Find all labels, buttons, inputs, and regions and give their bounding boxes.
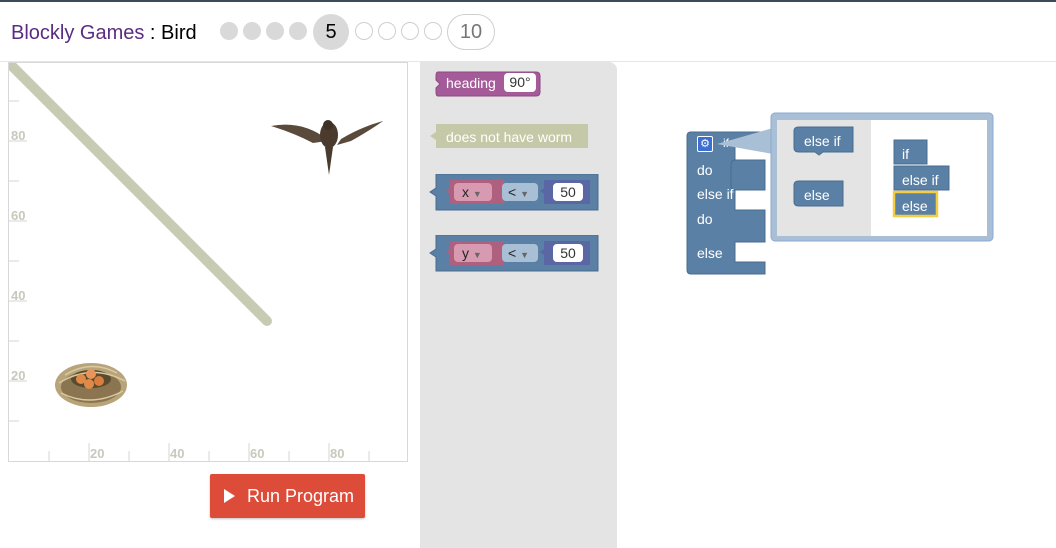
x-tick-20: 20 [90,446,105,461]
level-1-dot[interactable] [220,22,238,40]
level-3-dot[interactable] [266,22,284,40]
no-worm-label: does not have worm [446,129,573,145]
y-operator-text: < [508,245,517,261]
y-tick-60: 60 [11,208,26,223]
run-program-button[interactable]: Run Program [210,474,365,518]
app-name-link[interactable]: Blockly Games [11,22,144,44]
play-icon [224,489,235,503]
level-8-dot[interactable] [401,22,419,40]
dropdown-arrow-icon: ▼ [472,189,482,199]
mutator-else-flyout-label: else [804,187,830,203]
mutator-elseif-label[interactable]: else if [902,172,939,188]
nest-image [55,363,127,407]
run-program-label: Run Program [247,486,355,506]
stage-canvas [9,63,383,461]
level-2-dot[interactable] [243,22,261,40]
dropdown-arrow-icon: ▼ [520,189,529,199]
dropdown-arrow-icon: ▼ [472,250,482,260]
title-separator: : [144,22,162,44]
level-current-badge[interactable]: 5 [313,14,349,50]
wall-line [9,63,272,326]
workspace: ⚙ if do else if do else else if else if … [617,62,1056,548]
y-tick-20: 20 [11,368,26,383]
level-last-badge[interactable]: 10 [447,14,495,50]
mutator-if-label: if [902,146,909,162]
bird-image [271,120,383,175]
y-variable-text: y [462,245,469,261]
level-6-dot[interactable] [355,22,373,40]
heading-label: heading [446,75,496,91]
x-operator-dropdown[interactable]: < ▼ [502,183,538,201]
axis-ticks [9,100,370,461]
y-tick-80: 80 [11,128,26,143]
y-operator-dropdown[interactable]: < ▼ [502,244,538,262]
x-operator-text: < [508,184,517,200]
x-value-field[interactable]: 50 [553,183,583,201]
else-label: else [697,245,723,261]
mutator-else-selected-label[interactable]: else [902,198,928,214]
level-4-dot[interactable] [289,22,307,40]
x-variable-text: x [462,184,469,200]
y-variable-dropdown[interactable]: y ▼ [454,244,492,262]
level-7-dot[interactable] [378,22,396,40]
x-tick-60: 60 [250,446,265,461]
toolbox-flyout: heading 90° does not have worm x ▼ < ▼ 5… [420,62,617,548]
x-tick-40: 40 [170,446,185,461]
heading-angle-field[interactable]: 90° [504,73,536,92]
y-tick-40: 40 [11,288,26,303]
game-stage: 80 60 40 20 20 40 60 80 [8,62,408,462]
x-tick-80: 80 [330,446,345,461]
level-9-dot[interactable] [424,22,442,40]
page-title: Blockly Games : Bird [11,22,197,45]
y-value-field[interactable]: 50 [553,244,583,262]
dropdown-arrow-icon: ▼ [520,250,529,260]
x-variable-dropdown[interactable]: x ▼ [454,183,492,201]
mutator-elseif-flyout-label: else if [804,133,841,149]
game-name: Bird [161,22,197,44]
header: Blockly Games : Bird 5 10 [0,2,1056,62]
